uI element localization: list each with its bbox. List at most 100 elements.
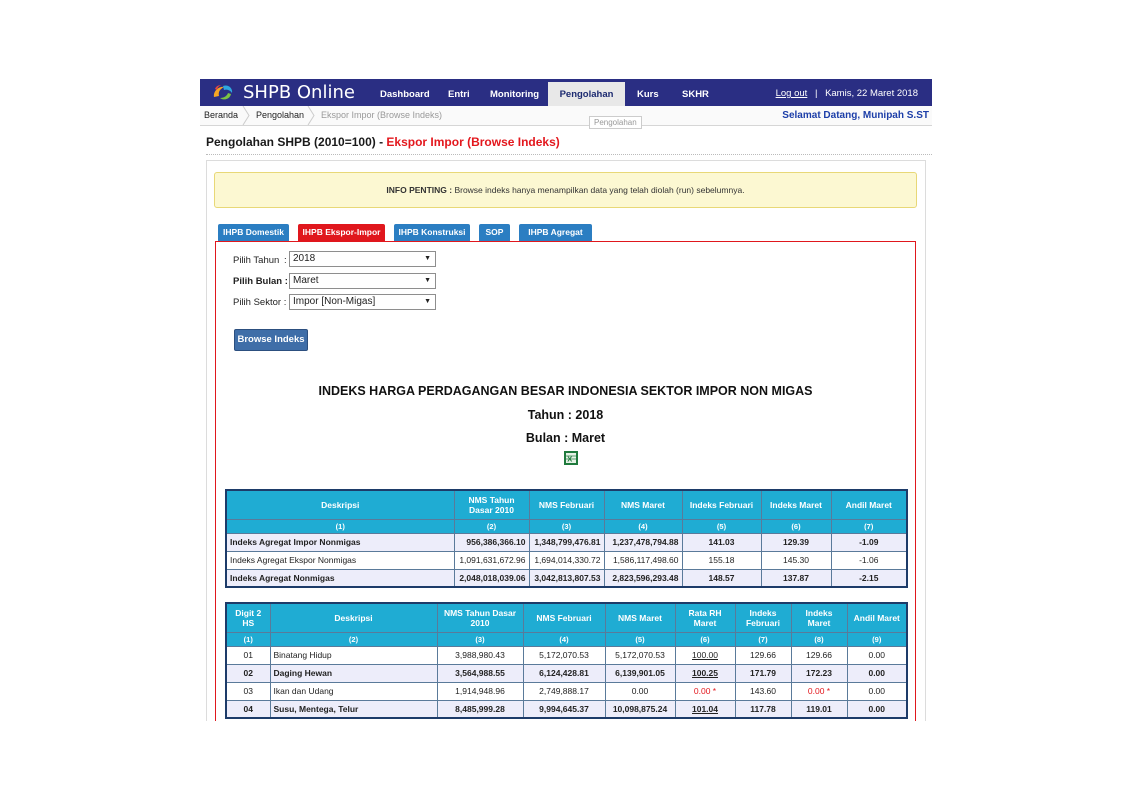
col-number: (3) bbox=[528, 518, 605, 534]
table-row: Indeks Agregat Ekspor Nonmigas 1,091,631… bbox=[225, 550, 908, 570]
title-divider bbox=[206, 154, 932, 155]
svg-text:X: X bbox=[567, 455, 572, 464]
aggregate-index-table: Deskripsi NMS Tahun Dasar 2010 NMS Febru… bbox=[225, 489, 908, 588]
nav-kurs[interactable]: Kurs bbox=[631, 79, 665, 106]
table-row: 04 Susu, Mentega, Telur 8,485,999.28 9,9… bbox=[225, 699, 908, 719]
info-text: Browse indeks hanya menampilkan data yan… bbox=[454, 185, 745, 195]
col-number: (3) bbox=[436, 631, 524, 647]
table-row: Indeks Agregat Impor Nonmigas 956,386,36… bbox=[225, 532, 908, 552]
col-header: Digit 2 HS bbox=[225, 602, 271, 633]
col-header: Indeks Februari bbox=[681, 489, 762, 520]
col-number: (2) bbox=[269, 631, 438, 647]
cell-idxmar: 145.30 bbox=[760, 550, 832, 570]
tab-ihpb-ekspor-impor[interactable]: IHPB Ekspor-Impor bbox=[298, 224, 385, 241]
cell-idxfeb: 129.66 bbox=[734, 645, 792, 665]
report-month: Bulan : Maret bbox=[525, 431, 606, 445]
nav-dashboard[interactable]: Dashboard bbox=[374, 79, 436, 106]
info-alert: INFO PENTING : Browse indeks hanya menam… bbox=[214, 172, 917, 208]
cell-nmsfeb: 5,172,070.53 bbox=[522, 645, 606, 665]
report-title: INDEKS HARGA PERDAGANGAN BESAR INDONESIA… bbox=[318, 384, 813, 398]
hs-index-table: Digit 2 HS Deskripsi NMS Tahun Dasar 201… bbox=[225, 602, 908, 719]
rata-rh-link[interactable]: 101.04 bbox=[674, 699, 736, 719]
breadcrumb-beranda[interactable]: Beranda bbox=[204, 106, 238, 125]
breadcrumb-pengolahan[interactable]: Pengolahan bbox=[256, 106, 304, 125]
cell-nmsfeb: 1,694,014,330.72 bbox=[528, 550, 605, 570]
table-number-row: (1) (2) (3) (4) (5) (6) (7) (8) (9) bbox=[225, 631, 908, 647]
nav-skhr[interactable]: SKHR bbox=[676, 79, 715, 106]
cell-idxfeb: 171.79 bbox=[734, 663, 792, 683]
cell-desc: Ikan dan Udang bbox=[269, 681, 438, 701]
cell-hs: 03 bbox=[225, 681, 271, 701]
cell-nms2010: 3,988,980.43 bbox=[436, 645, 524, 665]
col-header: NMS Tahun Dasar 2010 bbox=[453, 489, 530, 520]
select-tahun[interactable]: 2018 ▼ bbox=[289, 251, 436, 267]
select-sektor[interactable]: Impor [Non-Migas] ▼ bbox=[289, 294, 436, 310]
col-number: (7) bbox=[734, 631, 792, 647]
col-header: Indeks Maret bbox=[790, 602, 848, 633]
label-pilih-bulan: Pilih Bulan : bbox=[233, 276, 288, 287]
col-number: (9) bbox=[846, 631, 908, 647]
page-title-accent: Ekspor Impor (Browse Indeks) bbox=[386, 135, 560, 149]
cell-idxfeb: 143.60 bbox=[734, 681, 792, 701]
cell-idxfeb: 148.57 bbox=[681, 568, 762, 588]
logout-link[interactable]: Log out bbox=[776, 88, 808, 99]
page-title-prefix: Pengolahan SHPB (2010=100) - bbox=[206, 135, 387, 149]
browse-indeks-button[interactable]: Browse Indeks bbox=[234, 329, 308, 351]
col-header: NMS Maret bbox=[603, 489, 683, 520]
cell-nms2010: 2,048,018,039.06 bbox=[453, 568, 530, 588]
select-bulan[interactable]: Maret ▼ bbox=[289, 273, 436, 289]
page-title: Pengolahan SHPB (2010=100) - Ekspor Impo… bbox=[206, 135, 560, 149]
nav-separator: | bbox=[814, 88, 818, 99]
col-header: Rata RH Maret bbox=[674, 602, 736, 633]
label-pilih-tahun: Pilih Tahun : bbox=[233, 255, 287, 266]
col-number: (5) bbox=[681, 518, 762, 534]
tab-ihpb-agregat[interactable]: IHPB Agregat bbox=[519, 224, 592, 241]
tab-ihpb-domestik[interactable]: IHPB Domestik bbox=[218, 224, 289, 241]
table-row: 03 Ikan dan Udang 1,914,948.96 2,749,888… bbox=[225, 681, 908, 701]
col-number: (8) bbox=[790, 631, 848, 647]
nav-entri[interactable]: Entri bbox=[442, 79, 476, 106]
cell-desc: Indeks Agregat Ekspor Nonmigas bbox=[225, 550, 455, 570]
col-header: Andil Maret bbox=[846, 602, 908, 633]
tab-sop[interactable]: SOP bbox=[479, 224, 510, 241]
swirl-logo-icon[interactable] bbox=[211, 83, 235, 101]
topbar-right: Log out | Kamis, 22 Maret 2018 bbox=[776, 79, 918, 106]
cell-nms2010: 956,386,366.10 bbox=[453, 532, 530, 552]
cell-hs: 01 bbox=[225, 645, 271, 665]
report-year: Tahun : 2018 bbox=[527, 408, 604, 422]
cell-desc: Susu, Mentega, Telur bbox=[269, 699, 438, 719]
col-header: NMS Tahun Dasar 2010 bbox=[436, 602, 524, 633]
tooltip: Pengolahan bbox=[589, 116, 642, 129]
table-number-row: (1) (2) (3) (4) (5) (6) (7) bbox=[225, 518, 908, 534]
cell-andil: -1.09 bbox=[830, 532, 908, 552]
cell-hs: 02 bbox=[225, 663, 271, 683]
col-number: (6) bbox=[760, 518, 832, 534]
cell-andil: 0.00 bbox=[846, 699, 908, 719]
cell-andil: 0.00 bbox=[846, 681, 908, 701]
cell-hs: 04 bbox=[225, 699, 271, 719]
cell-nmsmar: 2,823,596,293.48 bbox=[603, 568, 683, 588]
cell-idxmar: 172.23 bbox=[790, 663, 848, 683]
app-title[interactable]: SHPB Online bbox=[243, 82, 355, 103]
cell-idxfeb: 155.18 bbox=[681, 550, 762, 570]
label-pilih-sektor: Pilih Sektor : bbox=[233, 297, 287, 308]
rata-rh-link[interactable]: 100.00 bbox=[674, 645, 736, 665]
col-header: NMS Februari bbox=[528, 489, 605, 520]
cell-nms2010: 1,091,631,672.96 bbox=[453, 550, 530, 570]
col-number: (1) bbox=[225, 631, 271, 647]
excel-export-icon[interactable]: X bbox=[563, 450, 579, 466]
table-row: 02 Daging Hewan 3,564,988.55 6,124,428.8… bbox=[225, 663, 908, 683]
rata-rh-link[interactable]: 100.25 bbox=[674, 663, 736, 683]
col-header: NMS Februari bbox=[522, 602, 606, 633]
cell-desc: Binatang Hidup bbox=[269, 645, 438, 665]
col-number: (7) bbox=[830, 518, 908, 534]
cell-andil: 0.00 bbox=[846, 663, 908, 683]
cell-idxfeb: 141.03 bbox=[681, 532, 762, 552]
nav-pengolahan[interactable]: Pengolahan bbox=[548, 79, 625, 106]
table-row: 01 Binatang Hidup 3,988,980.43 5,172,070… bbox=[225, 645, 908, 665]
cell-idxmar: 129.39 bbox=[760, 532, 832, 552]
nav-monitoring[interactable]: Monitoring bbox=[484, 79, 545, 106]
cell-rata-flagged: 0.00 * bbox=[674, 681, 736, 701]
cell-nmsfeb: 2,749,888.17 bbox=[522, 681, 606, 701]
tab-ihpb-konstruksi[interactable]: IHPB Konstruksi bbox=[394, 224, 470, 241]
